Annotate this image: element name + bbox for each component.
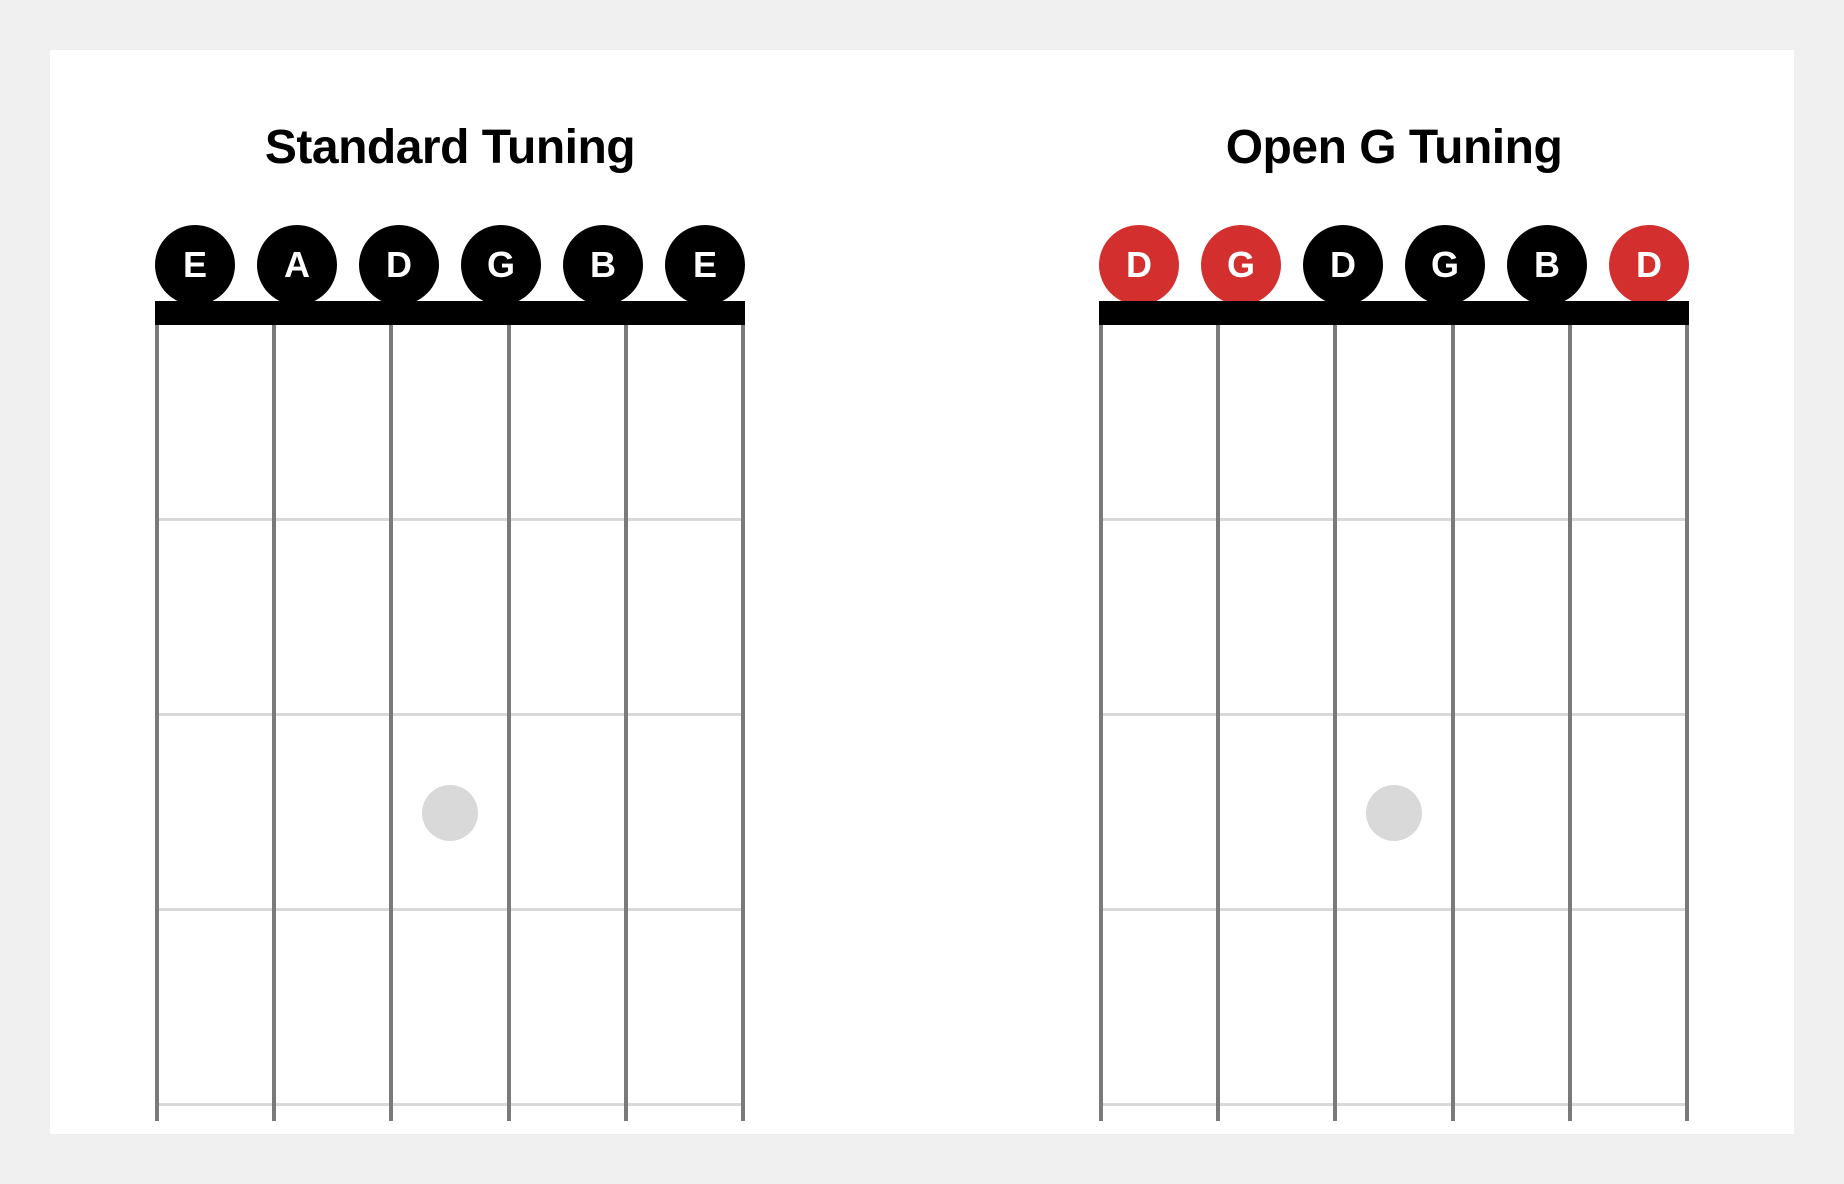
string-line [1685, 325, 1689, 1121]
nut [155, 301, 745, 325]
string-lines [155, 325, 745, 1121]
string-note-icon: G [1405, 225, 1485, 305]
string-note-icon: D [1609, 225, 1689, 305]
string-note-icon: D [1099, 225, 1179, 305]
nut [1099, 301, 1689, 325]
string-note-icon: G [461, 225, 541, 305]
string-note-icon: E [155, 225, 235, 305]
string-note-icon: G [1201, 225, 1281, 305]
string-line [1451, 325, 1455, 1121]
string-line [1099, 325, 1103, 1121]
page: Standard Tuning E A D G B E [0, 0, 1844, 1184]
string-note-icon: E [665, 225, 745, 305]
string-line [624, 325, 628, 1121]
note-row: D G D G B D [1099, 225, 1689, 305]
string-line [272, 325, 276, 1121]
string-note-icon: B [1507, 225, 1587, 305]
fretboard [155, 301, 745, 1121]
string-line [389, 325, 393, 1121]
string-lines [1099, 325, 1689, 1121]
string-line [507, 325, 511, 1121]
tuning-diagram-standard: Standard Tuning E A D G B E [130, 120, 770, 1134]
string-note-icon: D [359, 225, 439, 305]
diagram-title: Standard Tuning [265, 120, 635, 175]
string-note-icon: B [563, 225, 643, 305]
diagram-title: Open G Tuning [1226, 120, 1563, 175]
diagram-card: Standard Tuning E A D G B E [50, 50, 1794, 1134]
string-line [1333, 325, 1337, 1121]
fretboard [1099, 301, 1689, 1121]
string-line [741, 325, 745, 1121]
string-line [1216, 325, 1220, 1121]
note-row: E A D G B E [155, 225, 745, 305]
string-note-icon: A [257, 225, 337, 305]
tuning-diagram-open-g: Open G Tuning D G D G B D [1074, 120, 1714, 1134]
string-line [1568, 325, 1572, 1121]
string-line [155, 325, 159, 1121]
string-note-icon: D [1303, 225, 1383, 305]
